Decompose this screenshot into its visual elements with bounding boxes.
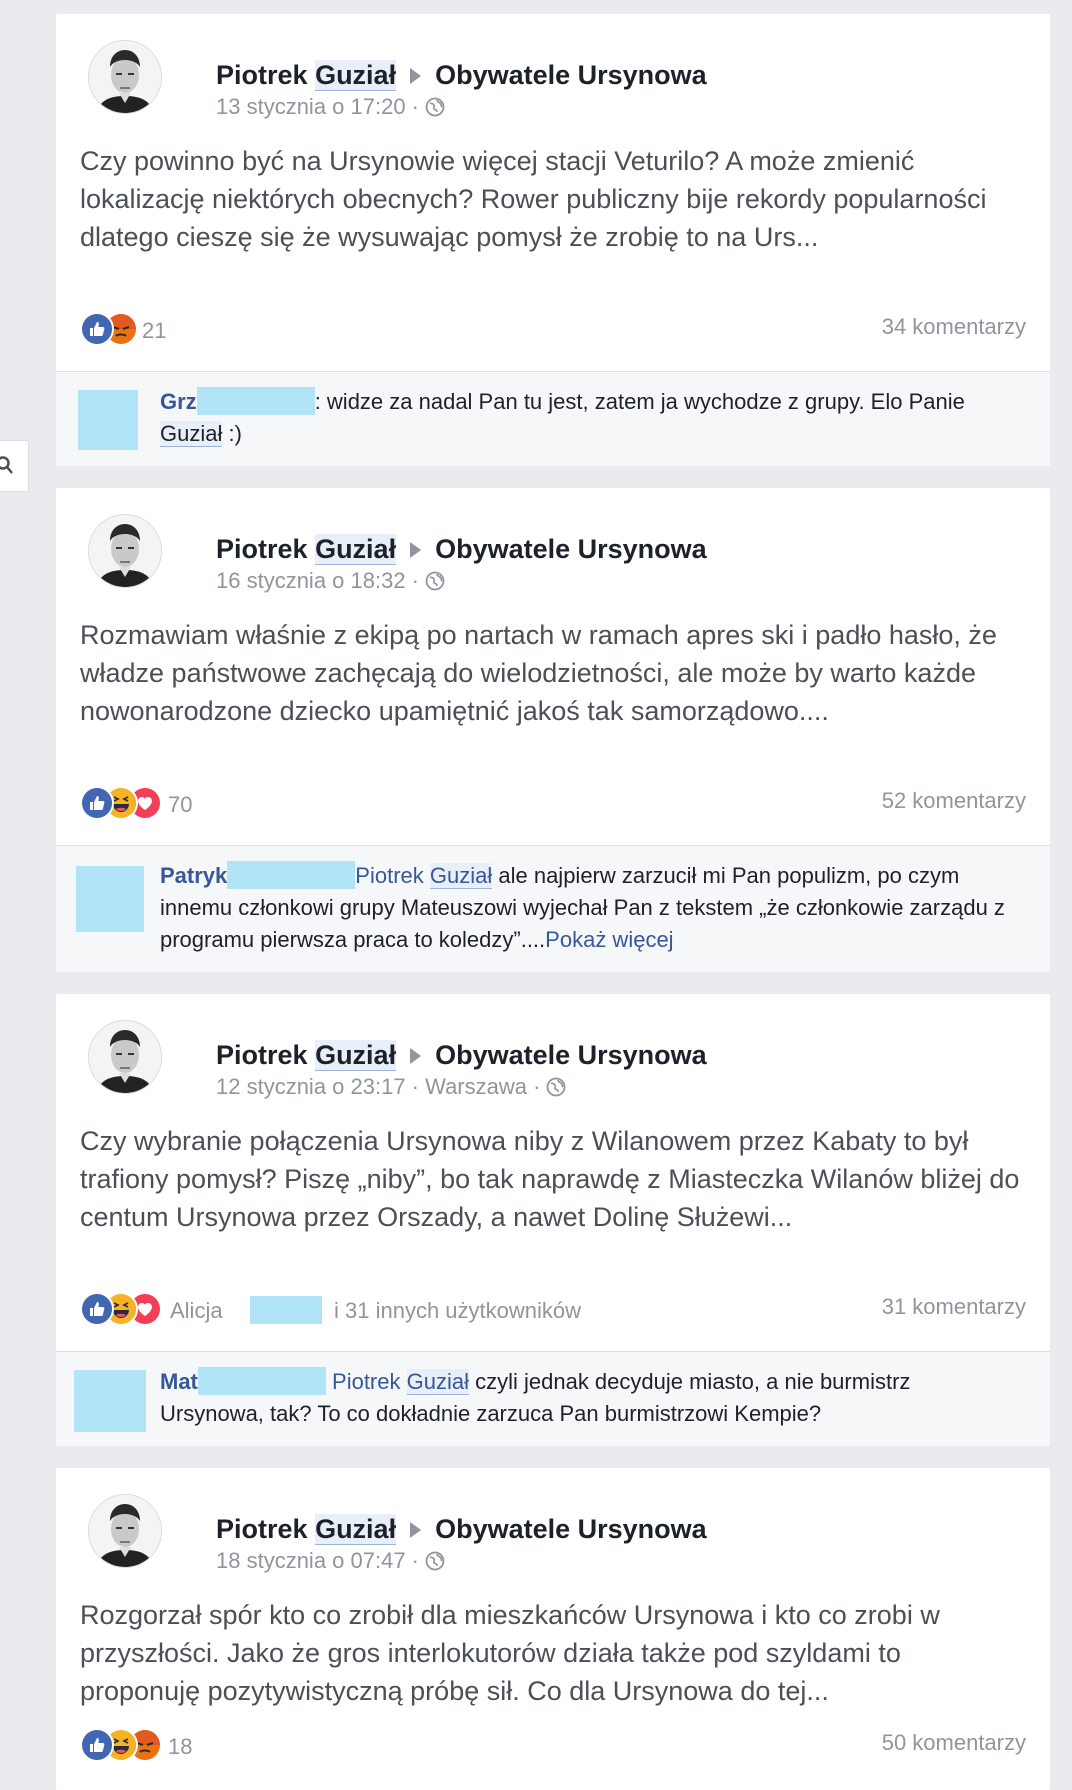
post-stats: 21 34 komentarzy: [80, 308, 1026, 348]
post-stats: 70 52 komentarzy: [80, 782, 1026, 822]
commenter-avatar[interactable]: [74, 1370, 146, 1432]
post-timestamp[interactable]: 13 stycznia o 17:20 ·: [216, 94, 419, 119]
commenter-name[interactable]: Mat: [160, 1369, 198, 1394]
comments-count[interactable]: 50 komentarzy: [882, 1730, 1026, 1756]
reaction-count[interactable]: 21: [142, 318, 166, 344]
author-avatar[interactable]: [88, 40, 162, 114]
comments-count[interactable]: 34 komentarzy: [882, 314, 1026, 340]
author-last-name[interactable]: Guział: [315, 60, 397, 91]
comment-mention-first[interactable]: Piotrek: [355, 863, 423, 888]
reaction-first-name[interactable]: Alicja: [170, 1298, 223, 1324]
group-name[interactable]: Obywatele Ursynowa: [435, 534, 707, 564]
author-avatar[interactable]: [88, 514, 162, 588]
post-card: Piotrek Guział Obywatele Ursynowa 16 styc…: [56, 488, 1050, 972]
comment-preview: Patryk Piotrek Guział ale najpierw zarzuc…: [56, 845, 1050, 972]
redacted-name: [250, 1296, 322, 1324]
redacted-name: [197, 1367, 326, 1395]
author-first-name[interactable]: Piotrek: [216, 60, 308, 90]
post-timestamp[interactable]: 12 stycznia o 23:17 · Warszawa ·: [216, 1074, 540, 1099]
author-first-name[interactable]: Piotrek: [216, 1514, 308, 1544]
post-stats: 18 50 komentarzy: [80, 1724, 1026, 1764]
arrow-right-icon: [410, 67, 422, 84]
reaction-others[interactable]: i 31 innych użytkowników: [334, 1298, 581, 1324]
post-card: Piotrek Guział Obywatele Ursynowa 13 styc…: [56, 14, 1050, 466]
post-timestamp[interactable]: 18 stycznia o 07:47 ·: [216, 1548, 419, 1573]
group-name[interactable]: Obywatele Ursynowa: [435, 1514, 707, 1544]
author-first-name[interactable]: Piotrek: [216, 534, 308, 564]
arrow-right-icon: [410, 1047, 422, 1064]
show-more-link[interactable]: Pokaż więcej: [545, 927, 673, 952]
group-name[interactable]: Obywatele Ursynowa: [435, 1040, 707, 1070]
globe-icon: [425, 571, 445, 591]
post-text: Czy wybranie połączenia Ursynowa niby z …: [80, 1126, 1020, 1232]
arrow-right-icon: [410, 1521, 422, 1538]
author-avatar[interactable]: [88, 1020, 162, 1094]
globe-icon: [425, 97, 445, 117]
reaction-count[interactable]: 18: [168, 1734, 192, 1760]
arrow-right-icon: [410, 541, 422, 558]
reaction-count[interactable]: 70: [168, 792, 192, 818]
redacted-name: [227, 861, 356, 889]
post-text: Rozgorzał spór kto co zrobił dla mieszka…: [80, 1600, 940, 1706]
group-name[interactable]: Obywatele Ursynowa: [435, 60, 707, 90]
like-icon: [80, 1292, 114, 1326]
post-text: Rozmawiam właśnie z ekipą po nartach w r…: [80, 620, 997, 726]
comment-mention-last[interactable]: Guział: [429, 863, 493, 889]
post-text: Czy powinno być na Ursynowie więcej stac…: [80, 146, 987, 252]
comment-mention-last[interactable]: Guział: [406, 1369, 469, 1395]
comment-text: : widze za nadal Pan tu jest, zatem ja w…: [314, 389, 965, 414]
author-last-name[interactable]: Guział: [315, 1040, 397, 1071]
like-icon: [80, 1728, 114, 1762]
author-first-name[interactable]: Piotrek: [216, 1040, 308, 1070]
comment-mention[interactable]: Guział: [160, 421, 223, 447]
post-stats: Alicja i 31 innych użytkowników 31 komen…: [80, 1288, 1026, 1328]
comments-count[interactable]: 31 komentarzy: [882, 1294, 1026, 1320]
commenter-avatar[interactable]: [78, 390, 138, 450]
like-icon: [80, 312, 114, 346]
commenter-avatar[interactable]: [76, 866, 144, 932]
post-card: Piotrek Guział Obywatele Ursynowa 18 styc…: [56, 1468, 1050, 1790]
globe-icon: [425, 1551, 445, 1571]
comment-mention-first[interactable]: Piotrek: [332, 1369, 400, 1394]
like-icon: [80, 786, 114, 820]
search-icon: [0, 456, 13, 474]
author-avatar[interactable]: [88, 1494, 162, 1568]
author-last-name[interactable]: Guział: [315, 1514, 397, 1545]
comment-preview: Grz : widze za nadal Pan tu jest, zatem j…: [56, 371, 1050, 466]
commenter-name[interactable]: Grz: [160, 389, 197, 414]
comments-count[interactable]: 52 komentarzy: [882, 788, 1026, 814]
post-card: Piotrek Guział Obywatele Ursynowa 12 styc…: [56, 994, 1050, 1446]
comment-text-end: :): [222, 421, 242, 446]
author-last-name[interactable]: Guział: [315, 534, 397, 565]
commenter-name[interactable]: Patryk: [160, 863, 227, 888]
post-timestamp[interactable]: 16 stycznia o 18:32 ·: [216, 568, 419, 593]
globe-icon: [546, 1077, 566, 1097]
comment-preview: Mat Piotrek Guział czyli jednak decyduje…: [56, 1351, 1050, 1446]
search-tab[interactable]: [0, 440, 29, 492]
redacted-name: [196, 387, 315, 415]
